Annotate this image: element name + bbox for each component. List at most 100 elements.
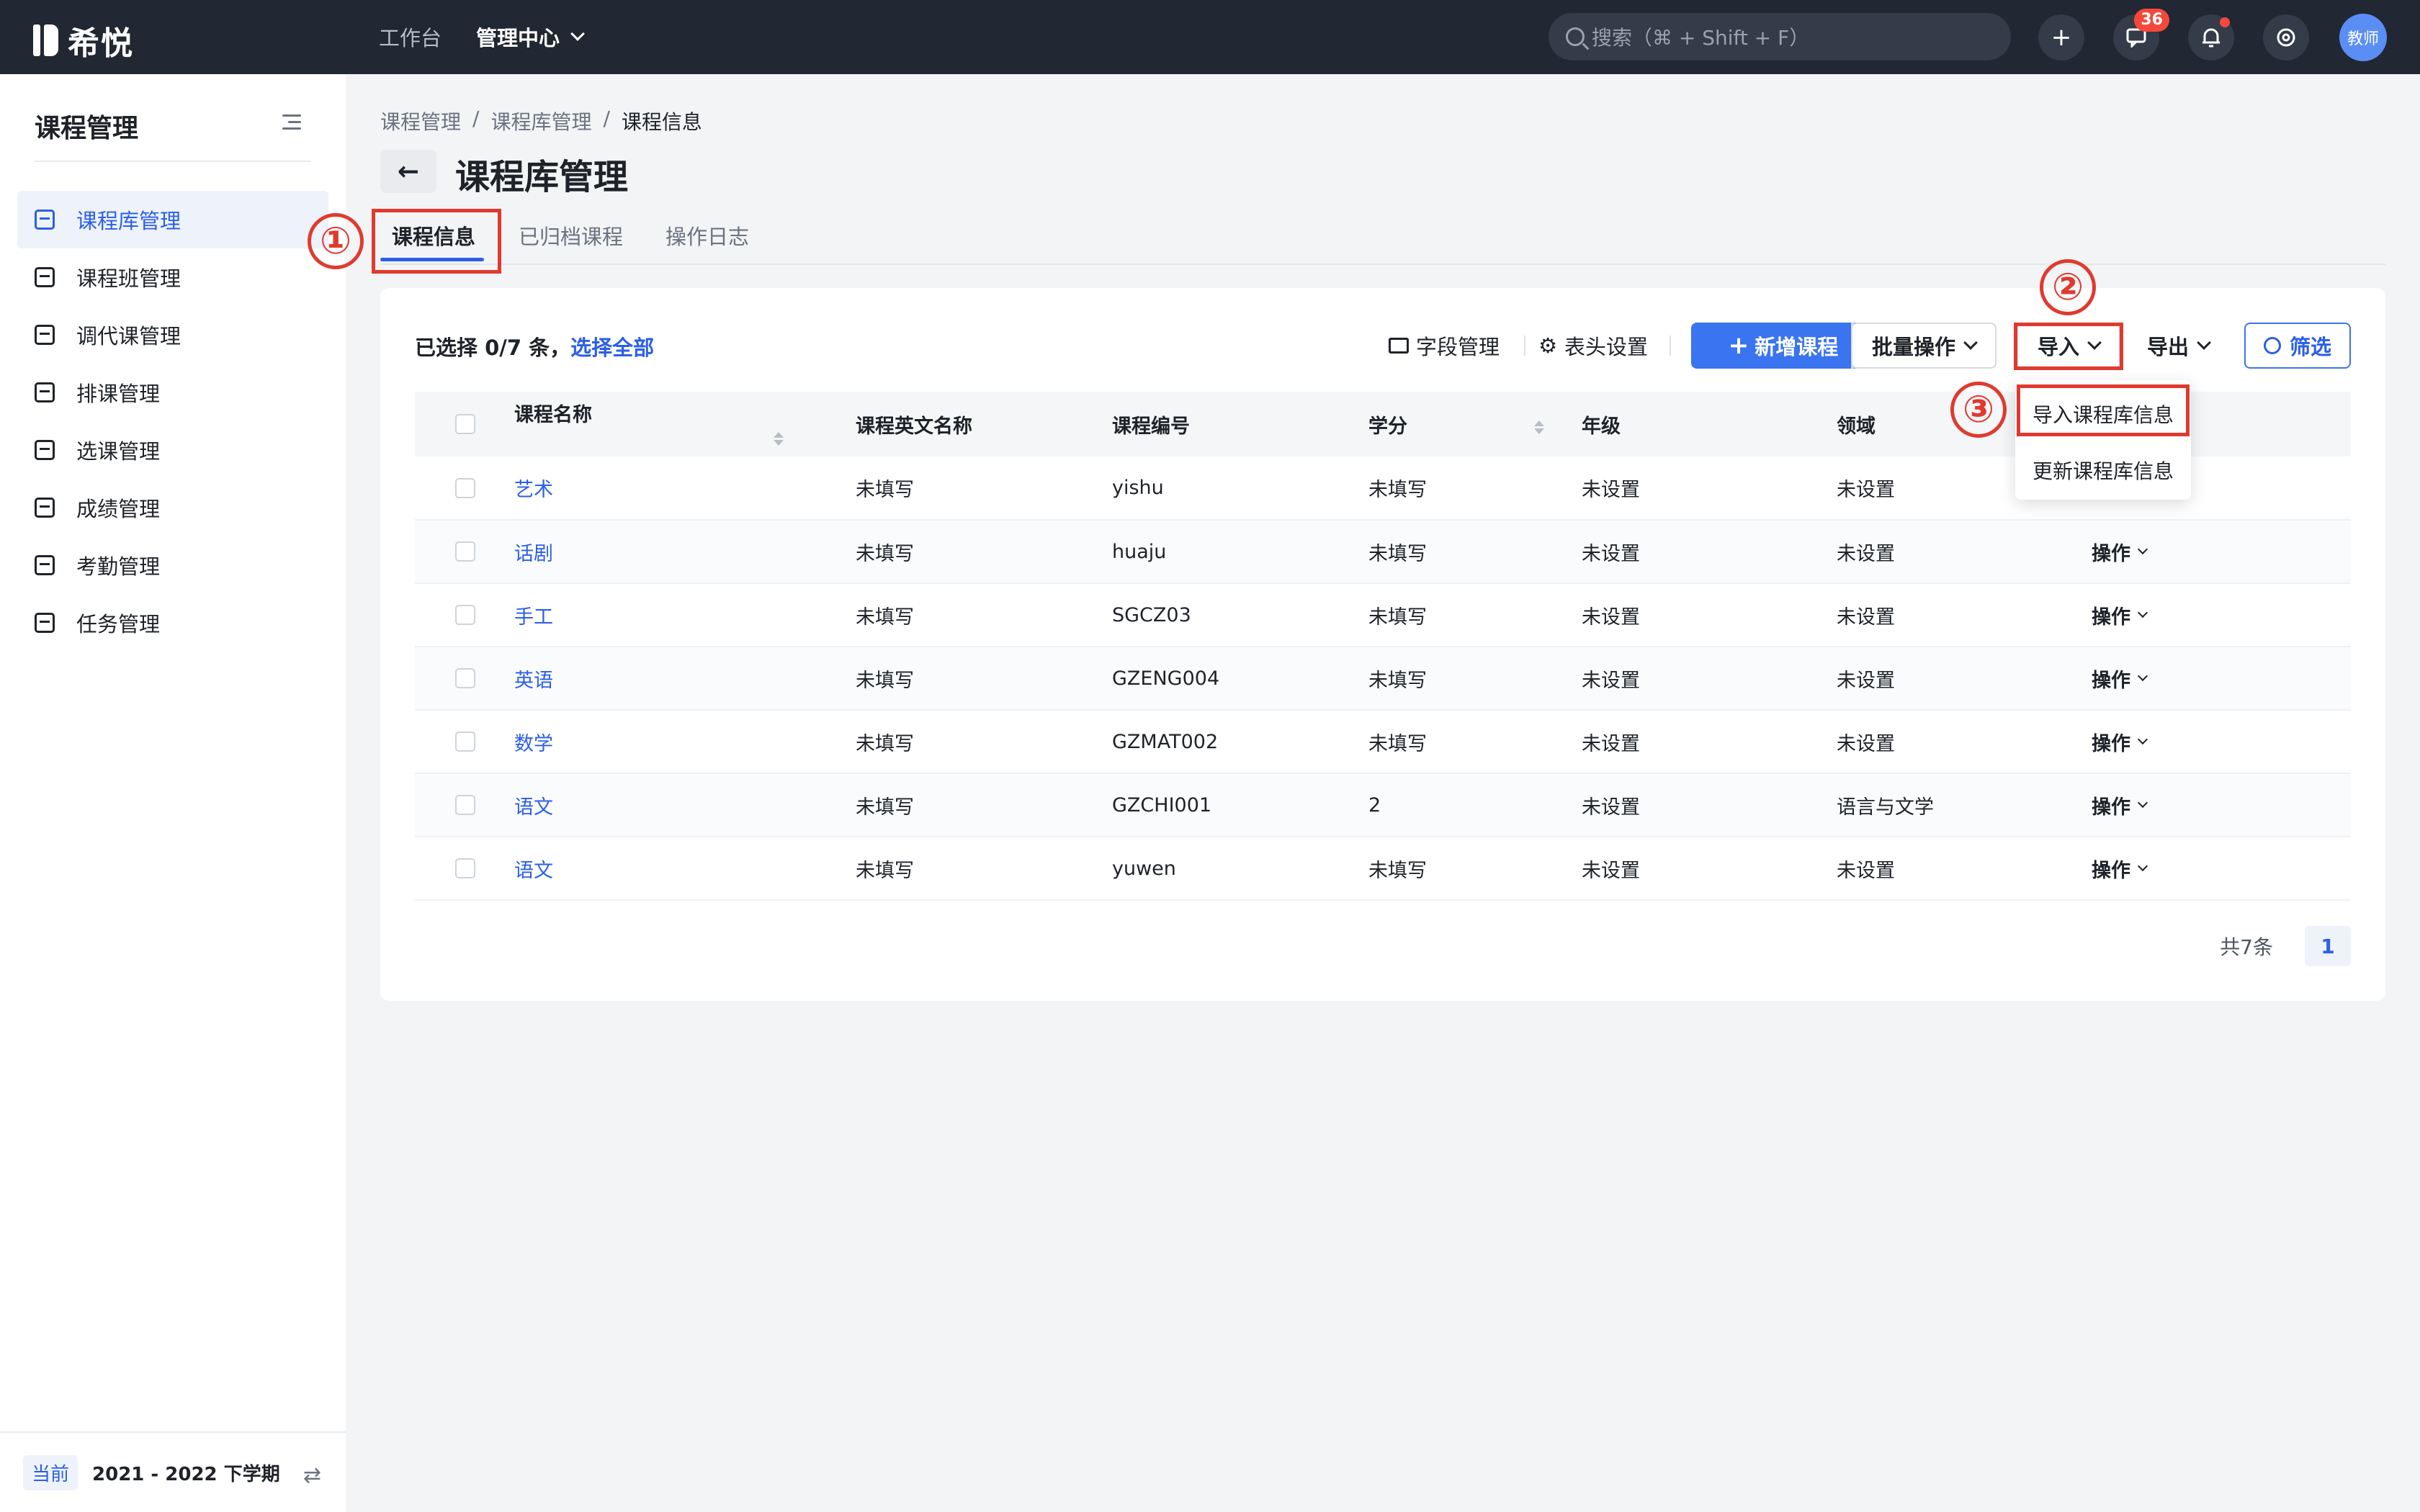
header-credit[interactable]: 学分 bbox=[1368, 392, 1582, 456]
annotation-highlight-import bbox=[2014, 323, 2123, 370]
bell-icon[interactable] bbox=[2188, 14, 2234, 60]
breadcrumb-current: 课程信息 bbox=[621, 110, 702, 134]
search-icon bbox=[2263, 337, 2281, 354]
avatar[interactable]: 教师 bbox=[2339, 14, 2387, 61]
logo-text: 希悦 bbox=[68, 25, 134, 62]
field-manage-button[interactable]: 字段管理 bbox=[1389, 323, 1500, 369]
sidebar-item-label: 排课管理 bbox=[76, 382, 161, 406]
add-course-button[interactable]: + 新增课程 bbox=[1691, 323, 1876, 369]
course-name-link[interactable]: 手工 bbox=[514, 606, 553, 629]
gear-icon: ⚙ bbox=[1538, 333, 1557, 358]
course-name-link[interactable]: 语文 bbox=[514, 860, 553, 882]
back-button[interactable]: ← bbox=[380, 150, 436, 193]
cell-grade: 未设置 bbox=[1582, 773, 1837, 837]
total-count: 共7条 bbox=[2220, 935, 2273, 959]
row-checkbox[interactable] bbox=[455, 477, 475, 498]
plus-icon[interactable]: + bbox=[2038, 14, 2084, 60]
breadcrumb-item[interactable]: 课程库管理 bbox=[490, 107, 591, 135]
breadcrumb-item[interactable]: 课程管理 bbox=[380, 107, 461, 135]
nav-admin-center[interactable]: 管理中心 bbox=[476, 22, 585, 52]
row-actions-dropdown[interactable]: 操作 bbox=[2092, 538, 2351, 566]
table-row: 语文 未填写 GZCHI001 2 未设置 语言与文学 操作 bbox=[415, 773, 2351, 837]
course-class-icon bbox=[35, 267, 55, 287]
select-all-checkbox[interactable] bbox=[455, 414, 475, 434]
chevron-down-icon bbox=[2137, 797, 2148, 809]
row-actions-dropdown[interactable]: 操作 bbox=[2092, 665, 2351, 693]
sidebar-item-course-class[interactable]: 课程班管理 bbox=[17, 248, 328, 306]
breadcrumb-separator: / bbox=[603, 107, 610, 130]
cell-course-code: GZENG004 bbox=[1112, 647, 1368, 711]
course-name-link[interactable]: 艺术 bbox=[514, 479, 553, 501]
message-icon[interactable]: 36 bbox=[2113, 9, 2169, 60]
global-search-input[interactable]: 搜索（⌘ + Shift + F） bbox=[1549, 13, 2011, 60]
row-checkbox[interactable] bbox=[455, 795, 475, 815]
sidebar-item-tasks[interactable]: 任务管理 bbox=[17, 594, 328, 652]
substitution-icon bbox=[35, 325, 55, 345]
nav-workbench[interactable]: 工作台 bbox=[379, 22, 442, 52]
collapse-menu-icon[interactable] bbox=[282, 114, 301, 130]
row-checkbox[interactable] bbox=[455, 605, 475, 625]
tab-bar: 课程信息 已归档课程 操作日志 bbox=[380, 207, 2385, 265]
page-number-button[interactable]: 1 bbox=[2305, 926, 2351, 966]
course-name-link[interactable]: 语文 bbox=[514, 796, 553, 819]
tab-operation-log[interactable]: 操作日志 bbox=[666, 220, 749, 251]
export-dropdown[interactable]: 导出 bbox=[2132, 323, 2224, 369]
pagination: 共7条 1 bbox=[2220, 926, 2351, 966]
swap-icon[interactable]: ⇄ bbox=[303, 1463, 321, 1488]
cell-domain: 未设置 bbox=[1837, 520, 2092, 584]
sort-icon[interactable] bbox=[1534, 420, 1544, 434]
top-nav: 工作台 管理中心 bbox=[379, 22, 585, 52]
sidebar-item-label: 成绩管理 bbox=[76, 497, 161, 521]
logo-mark-icon bbox=[32, 22, 60, 59]
sidebar-item-course-selection[interactable]: 选课管理 bbox=[17, 421, 328, 479]
select-all-link[interactable]: 选择全部 bbox=[570, 336, 654, 360]
nav-admin-center-label: 管理中心 bbox=[476, 26, 560, 50]
cell-domain: 未设置 bbox=[1837, 837, 2092, 901]
cell-english-name: 未填写 bbox=[856, 710, 1112, 774]
cell-grade: 未设置 bbox=[1582, 647, 1837, 711]
sidebar-item-scheduling[interactable]: 排课管理 bbox=[17, 364, 328, 421]
row-actions-dropdown[interactable]: 操作 bbox=[2092, 791, 2351, 819]
course-name-link[interactable]: 话剧 bbox=[514, 543, 553, 565]
cell-credit: 未填写 bbox=[1368, 583, 1582, 647]
sidebar-item-label: 选课管理 bbox=[76, 439, 161, 464]
row-actions-dropdown[interactable]: 操作 bbox=[2092, 601, 2351, 629]
cell-course-code: yuwen bbox=[1112, 837, 1368, 901]
settings-icon[interactable] bbox=[2263, 14, 2309, 60]
row-actions-dropdown[interactable]: 操作 bbox=[2092, 728, 2351, 756]
chevron-down-icon bbox=[2197, 336, 2211, 350]
app-logo[interactable]: 希悦 bbox=[32, 17, 134, 63]
course-name-link[interactable]: 数学 bbox=[514, 733, 553, 755]
cell-grade: 未设置 bbox=[1582, 520, 1837, 584]
selection-info: 已选择 0/7 条，选择全部 bbox=[415, 331, 654, 361]
cell-course-code: SGCZ03 bbox=[1112, 583, 1368, 647]
notification-dot bbox=[2220, 17, 2230, 27]
filter-button[interactable]: 筛选 bbox=[2244, 323, 2351, 369]
add-course-label: 新增课程 bbox=[1754, 335, 1839, 359]
cell-english-name: 未填写 bbox=[856, 583, 1112, 647]
batch-operations-dropdown[interactable]: 批量操作 bbox=[1851, 323, 1996, 369]
sidebar-item-course-library[interactable]: 课程库管理 bbox=[17, 191, 328, 248]
sidebar-item-attendance[interactable]: 考勤管理 bbox=[17, 536, 328, 594]
header-course-name[interactable]: 课程名称 bbox=[514, 392, 856, 456]
sort-icon[interactable] bbox=[774, 432, 784, 446]
row-checkbox[interactable] bbox=[455, 858, 475, 878]
row-actions-label: 操作 bbox=[2092, 606, 2130, 629]
sidebar-item-label: 课程库管理 bbox=[76, 209, 182, 233]
menu-item-update-course-library[interactable]: 更新课程库信息 bbox=[2015, 445, 2191, 495]
cell-english-name: 未填写 bbox=[856, 773, 1112, 837]
row-checkbox[interactable] bbox=[455, 668, 475, 688]
cell-grade: 未设置 bbox=[1582, 456, 1837, 521]
row-actions-dropdown[interactable]: 操作 bbox=[2092, 855, 2351, 883]
field-manage-label: 字段管理 bbox=[1416, 335, 1500, 359]
sidebar-item-grades[interactable]: 成绩管理 bbox=[17, 479, 328, 536]
course-name-link[interactable]: 英语 bbox=[514, 670, 553, 692]
row-checkbox[interactable] bbox=[455, 732, 475, 752]
tab-archived-courses[interactable]: 已归档课程 bbox=[519, 220, 623, 251]
header-settings-button[interactable]: ⚙ 表头设置 bbox=[1538, 323, 1648, 369]
term-switcher[interactable]: 当前 2021 - 2022 下学期 ⇄ bbox=[0, 1431, 346, 1512]
row-checkbox[interactable] bbox=[455, 541, 475, 562]
course-selection-icon bbox=[35, 440, 55, 460]
sidebar-item-substitution[interactable]: 调代课管理 bbox=[17, 306, 328, 364]
field-manage-icon bbox=[1389, 338, 1409, 354]
